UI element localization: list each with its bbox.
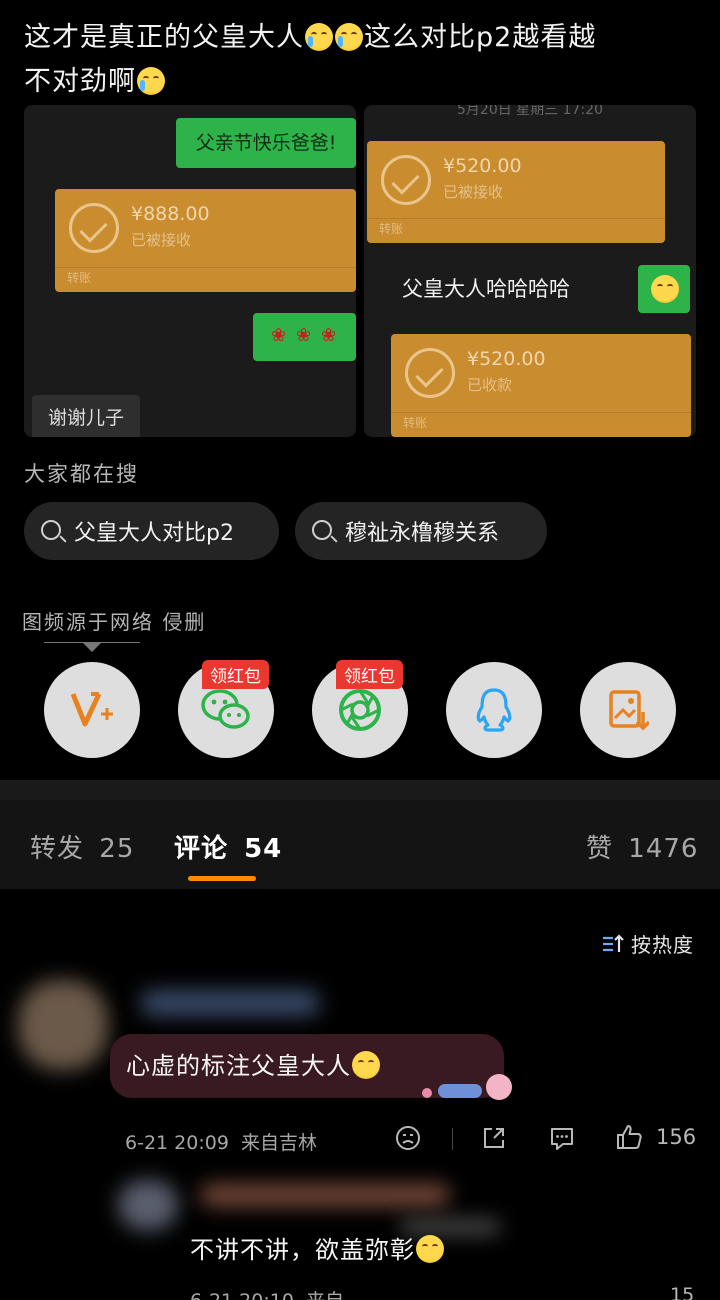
wechat-icon — [201, 689, 250, 729]
search-chip[interactable]: 父皇大人对比p2 — [24, 502, 279, 560]
tab-repost-label: 转发 — [30, 834, 85, 864]
thumbs-up-icon — [617, 1125, 642, 1149]
section-divider — [0, 780, 720, 800]
transfer-card: ¥520.00 已被接收 转账 — [367, 141, 665, 243]
qq-penguin-icon — [476, 688, 512, 732]
transfer-label: 转账 — [67, 271, 92, 285]
tab-repost-count: 25 — [99, 834, 135, 864]
reply-button[interactable] — [548, 1124, 576, 1157]
comment-icon — [551, 1128, 573, 1150]
avatar[interactable] — [18, 980, 108, 1070]
caret-icon — [82, 642, 102, 652]
transfer-label: 转账 — [403, 416, 428, 430]
transfer-amount: ¥888.00 — [131, 203, 210, 225]
crying-laughing-emoji-icon — [137, 67, 165, 95]
share-icon — [484, 1128, 504, 1148]
comment-text: 心虚的标注父皇大人 — [126, 1046, 381, 1081]
rose-icon: ❀ — [296, 325, 312, 346]
search-section-title: 大家都在搜 — [24, 462, 139, 486]
rose-icon: ❀ — [271, 325, 287, 346]
red-packet-badge: 领红包 — [202, 660, 269, 689]
comment-location: 来自吉林 — [240, 1132, 317, 1154]
red-packet-badge: 领红包 — [336, 660, 403, 689]
smile-emoji-icon — [416, 1235, 444, 1263]
green-chat-bubble: 父亲节快乐爸爸! — [176, 118, 356, 168]
search-icon — [41, 520, 61, 540]
frown-face-icon — [396, 1126, 420, 1150]
divider — [452, 1128, 453, 1150]
transfer-status: 已被接收 — [131, 231, 192, 249]
share-comment-button[interactable] — [480, 1124, 508, 1157]
source-note: 图频源于网络 侵删 — [22, 610, 207, 634]
active-tab-indicator — [188, 876, 256, 881]
transfer-card: ¥888.00 已被接收 转账 — [55, 189, 356, 292]
moments-shutter-icon — [339, 689, 381, 731]
comment-text-content: 不讲不讲，欲盖弥彰 — [190, 1236, 415, 1264]
username-blurred[interactable] — [140, 990, 320, 1016]
search-icon — [312, 520, 332, 540]
tab-likes-label: 赞 — [586, 834, 614, 864]
like-button[interactable]: 156 — [614, 1122, 696, 1152]
check-icon — [381, 155, 431, 205]
chat-caption: 父皇大人哈哈哈哈 — [402, 277, 570, 301]
comment-decoration-sticker — [422, 1064, 514, 1104]
avatar[interactable] — [118, 1180, 178, 1230]
rose-icon: ❀ — [321, 325, 337, 346]
tab-comments-label: 评论 — [174, 834, 229, 864]
post-text: 这才是真正的父皇大人 这么对比p2越看越 不对劲啊 — [24, 16, 696, 104]
laughing-emoji-icon — [651, 275, 679, 303]
check-icon — [69, 203, 119, 253]
roses-bubble: ❀ ❀ ❀ — [253, 313, 356, 361]
transfer-card: ¥520.00 已收款 转账 — [391, 334, 691, 437]
comment-date: 6-21 20:10 — [190, 1290, 294, 1300]
search-chip-label: 穆祉永橹穆关系 — [345, 521, 500, 546]
thinking-emoji-icon — [352, 1051, 380, 1079]
post-text-part3: 不对劲啊 — [24, 66, 136, 97]
post-text-part2: 这么对比p2越看越 — [364, 22, 597, 53]
share-vplus-button[interactable] — [44, 662, 140, 758]
save-image-icon — [609, 690, 649, 731]
comment-meta: 6-21 20:09 来自吉林 — [125, 1128, 317, 1155]
sort-label: 按热度 — [631, 933, 694, 957]
share-qq-button[interactable] — [446, 662, 542, 758]
username-blurred[interactable] — [200, 1184, 450, 1206]
emoji-bubble — [638, 265, 690, 313]
crying-laughing-emoji-icon — [335, 23, 363, 51]
comment-date: 6-21 20:09 — [125, 1132, 229, 1154]
check-icon — [405, 348, 455, 398]
tab-comments-count: 54 — [244, 834, 283, 864]
like-count: 15 — [670, 1284, 695, 1300]
tab-likes[interactable]: 赞 1476 — [586, 828, 698, 865]
search-chip-label: 父皇大人对比p2 — [74, 521, 234, 546]
transfer-status: 已被接收 — [443, 183, 504, 201]
crying-laughing-emoji-icon — [305, 23, 333, 51]
sort-button[interactable]: 按热度 — [601, 929, 694, 958]
save-image-button[interactable] — [580, 662, 676, 758]
search-chip[interactable]: 穆祉永橹穆关系 — [295, 502, 547, 560]
comment-location: 来自 — [306, 1290, 344, 1300]
comment-text-content: 心虚的标注父皇大人 — [126, 1052, 351, 1080]
sort-icon — [603, 933, 624, 952]
tab-likes-count: 1476 — [628, 834, 699, 864]
tab-repost[interactable]: 转发 25 — [30, 828, 134, 865]
comment-text: 不讲不讲，欲盖弥彰 — [190, 1230, 445, 1265]
transfer-status: 已收款 — [467, 376, 513, 394]
post-text-part1: 这才是真正的父皇大人 — [24, 22, 304, 53]
dislike-button[interactable] — [394, 1124, 422, 1157]
transfer-amount: ¥520.00 — [467, 348, 546, 370]
comment-meta: 6-21 20:10 来自 — [190, 1286, 344, 1300]
chat-timestamp: 5月20日 星期三 17:20 — [457, 105, 603, 118]
reply-bubble: 谢谢儿子 — [32, 395, 140, 437]
post-image-left[interactable]: 父亲节快乐爸爸! ¥888.00 已被接收 转账 ❀ ❀ ❀ 谢谢儿子 — [24, 105, 356, 437]
vplus-icon — [70, 692, 113, 727]
post-image-right[interactable]: 5月20日 星期三 17:20 ¥520.00 已被接收 转账 父皇大人哈哈哈哈… — [364, 105, 696, 437]
tab-comments[interactable]: 评论 54 — [174, 828, 282, 865]
like-count: 156 — [656, 1125, 697, 1149]
transfer-amount: ¥520.00 — [443, 155, 522, 177]
transfer-label: 转账 — [379, 222, 404, 236]
